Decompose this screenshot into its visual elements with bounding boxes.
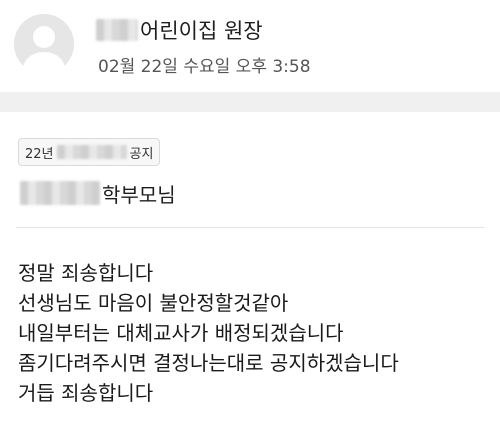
author-name: 어린이집 원장 <box>140 19 263 43</box>
body-line: 선생님도 마음이 불안정할것같아 <box>18 291 289 315</box>
body-line: 거듭 죄송합니다 <box>18 381 154 405</box>
body-line: 내일부터는 대체교사가 배정되겠습니다 <box>18 321 344 345</box>
body-line: 좀기다려주시면 결정나는대로 공지하겠습니다 <box>18 351 399 375</box>
avatar[interactable] <box>14 14 74 74</box>
notice-body: 정말 죄송합니다 선생님도 마음이 불안정할것같아 내일부터는 대체교사가 배정… <box>18 258 399 408</box>
section-divider <box>0 92 500 112</box>
post-header: 어린이집 원장 02월 22일 수요일 오후 3:58 <box>0 0 500 92</box>
default-user-icon <box>23 26 65 74</box>
content-divider <box>16 227 484 228</box>
notice-tag-prefix: 22년 <box>25 146 54 162</box>
recipient-label: 학부모님 <box>102 182 176 207</box>
recipient-line: 학부모님 <box>20 178 176 208</box>
redacted-text <box>56 145 127 159</box>
redacted-text <box>20 181 100 205</box>
notice-tag: 22년 공지 <box>18 138 161 166</box>
author-name-row: 어린이집 원장 <box>96 14 263 46</box>
post-timestamp: 02월 22일 수요일 오후 3:58 <box>98 57 311 77</box>
body-line: 정말 죄송합니다 <box>18 261 154 285</box>
notice-tag-suffix: 공지 <box>129 146 154 162</box>
redacted-text <box>96 19 138 41</box>
